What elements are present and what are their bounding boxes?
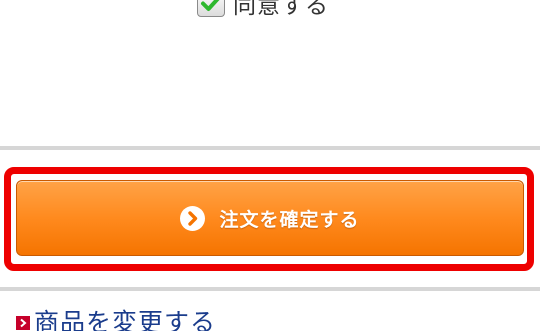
agree-label: 同意する [233, 0, 329, 19]
chevron-right-circle-icon [180, 205, 206, 231]
agree-checkbox-row[interactable]: 同意する [197, 0, 329, 20]
divider [0, 146, 540, 150]
confirm-order-label: 注文を確定する [219, 208, 360, 231]
order-confirm-page: 同意する 注文を確定する 商品を変更する [0, 0, 540, 331]
confirm-order-button[interactable]: 注文を確定する [16, 180, 524, 256]
divider [0, 287, 540, 291]
red-arrow-box-icon [16, 316, 30, 330]
change-items-link[interactable]: 商品を変更する [16, 308, 216, 331]
change-items-label: 商品を変更する [34, 308, 217, 331]
checkmark-icon [201, 0, 220, 11]
agree-checkbox[interactable] [197, 0, 225, 17]
